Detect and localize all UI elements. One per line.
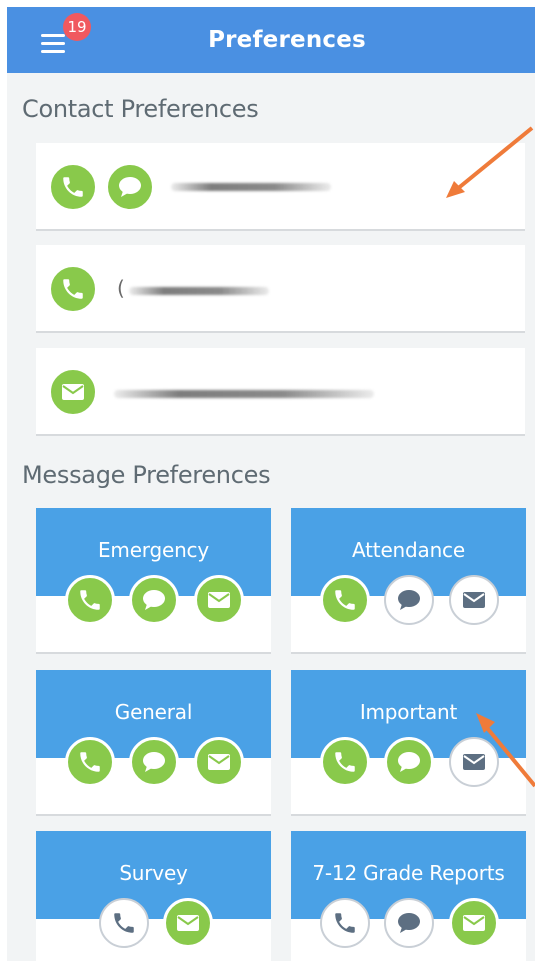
- chat-icon[interactable]: [384, 575, 434, 625]
- message-preferences-heading: Message Preferences: [22, 461, 271, 489]
- chat-icon[interactable]: [384, 737, 434, 787]
- menu-icon: [41, 50, 65, 53]
- chat-icon[interactable]: [384, 898, 434, 948]
- app-header: 19 Preferences: [7, 7, 535, 73]
- email-icon[interactable]: [163, 898, 213, 948]
- chat-icon: [105, 162, 155, 212]
- phone-icon[interactable]: [99, 898, 149, 948]
- page-title: Preferences: [208, 27, 366, 53]
- tile-general[interactable]: General: [36, 670, 271, 816]
- contact-card-email[interactable]: [36, 348, 525, 436]
- tile-emergency[interactable]: Emergency: [36, 508, 271, 654]
- preferences-screen: 19 Preferences Contact Preferences (Mes…: [0, 0, 535, 961]
- phone-icon[interactable]: [65, 737, 115, 787]
- phone-icon[interactable]: [320, 575, 370, 625]
- tile-label: Survey: [119, 861, 188, 885]
- tile-label: Emergency: [97, 538, 209, 562]
- redacted-contact-value: [129, 287, 269, 295]
- phone-icon[interactable]: [65, 575, 115, 625]
- phone-icon: [48, 264, 98, 314]
- email-icon[interactable]: [194, 575, 244, 625]
- email-icon[interactable]: [449, 737, 499, 787]
- email-icon: [48, 367, 98, 417]
- redacted-contact-value: [171, 183, 331, 191]
- redacted-contact-value: [114, 390, 374, 398]
- phone-icon[interactable]: [320, 898, 370, 948]
- contact-preferences-heading: Contact Preferences: [22, 95, 259, 123]
- tile-label: 7-12 Grade Reports: [312, 861, 505, 885]
- tile-label: General: [114, 700, 193, 724]
- tile-attendance[interactable]: Attendance: [291, 508, 526, 654]
- email-icon[interactable]: [194, 737, 244, 787]
- tile-label: Important: [359, 700, 458, 724]
- phone-icon[interactable]: [320, 737, 370, 787]
- contact-card-phone[interactable]: (: [36, 245, 525, 333]
- tile-label: Attendance: [352, 538, 465, 562]
- tile-survey[interactable]: Survey: [36, 831, 271, 961]
- contact-card-phone-text[interactable]: [36, 143, 525, 231]
- menu-icon: [41, 34, 65, 37]
- menu-icon: [41, 42, 65, 45]
- chat-icon[interactable]: [129, 737, 179, 787]
- chat-icon[interactable]: [129, 575, 179, 625]
- phone-number-prefix: (: [117, 276, 125, 300]
- tile-grade-reports[interactable]: 7-12 Grade Reports: [291, 831, 526, 961]
- email-icon[interactable]: [449, 575, 499, 625]
- tile-important[interactable]: Important: [291, 670, 526, 816]
- content-area: Contact Preferences ( Message Preference…: [7, 73, 535, 961]
- phone-icon: [48, 162, 98, 212]
- notification-badge: 19: [63, 13, 91, 41]
- email-icon[interactable]: [449, 898, 499, 948]
